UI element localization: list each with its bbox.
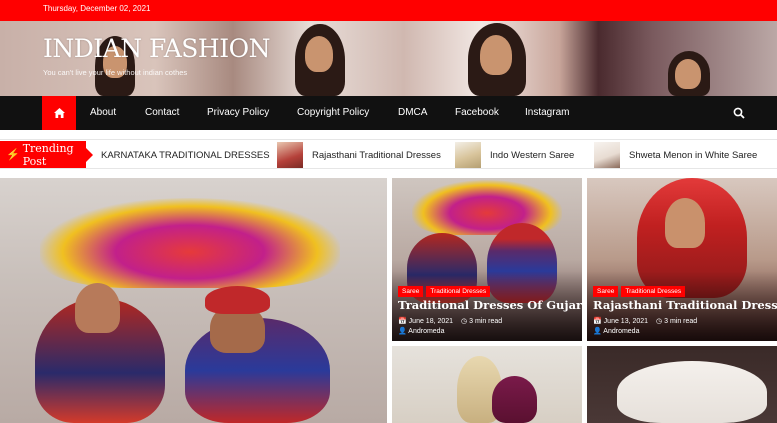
header-banner: INDIAN FASHION You can't live your life …	[0, 21, 777, 96]
post-title[interactable]: Rajasthani Traditional Dresses	[593, 298, 777, 312]
nav-item-facebook[interactable]: Facebook	[455, 107, 499, 118]
trending-thumbnail[interactable]	[455, 142, 481, 168]
main-nav: About Contact Privacy Policy Copyright P…	[0, 96, 777, 130]
nav-item-instagram[interactable]: Instagram	[525, 107, 569, 118]
nav-item-privacy-policy[interactable]: Privacy Policy	[207, 107, 269, 118]
post-author[interactable]: 👤 Andromeda	[593, 327, 639, 335]
trending-item[interactable]: Rajasthani Traditional Dresses	[277, 140, 441, 170]
post-date: 📅 June 18, 2021	[398, 318, 454, 325]
read-time: ◷ 3 min read	[656, 318, 698, 325]
post-card-image[interactable]	[392, 346, 582, 423]
clock-icon: ◷	[656, 318, 665, 325]
site-tagline: You can't live your life without indian …	[43, 68, 188, 77]
site-title[interactable]: INDIAN FASHION	[43, 34, 270, 63]
bolt-icon: ⚡	[6, 148, 20, 161]
nav-item-dmca[interactable]: DMCA	[398, 107, 427, 118]
category-badge[interactable]: Saree	[398, 286, 424, 297]
nav-item-copyright-policy[interactable]: Copyright Policy	[297, 107, 369, 118]
post-author[interactable]: 👤 Andromeda	[398, 327, 444, 335]
clock-icon: ◷	[461, 318, 470, 325]
post-card[interactable]: Saree Traditional Dresses Rajasthani Tra…	[587, 178, 777, 341]
category-badge[interactable]: Saree	[593, 286, 619, 297]
search-icon[interactable]	[733, 107, 745, 119]
current-date: Thursday, December 02, 2021	[43, 4, 151, 13]
trending-thumbnail[interactable]	[277, 142, 303, 168]
category-badge[interactable]: Traditional Dresses	[621, 286, 686, 297]
user-icon: 👤	[593, 328, 604, 335]
trending-item[interactable]: Shweta Menon in White Saree	[594, 140, 757, 170]
nav-item-contact[interactable]: Contact	[145, 107, 179, 118]
trending-item[interactable]: Indo Western Saree	[455, 140, 574, 170]
read-time: ◷ 3 min read	[461, 318, 503, 325]
trending-bar: ⚡ Trending Post KARNATAKA TRADITIONAL DR…	[0, 139, 777, 169]
trending-label: ⚡ Trending Post	[0, 141, 93, 168]
category-badge[interactable]: Traditional Dresses	[426, 286, 491, 297]
featured-post-image[interactable]	[0, 178, 387, 423]
post-title[interactable]: Traditional Dresses Of Gujarat	[398, 298, 582, 312]
post-date: 📅 June 13, 2021	[593, 318, 649, 325]
post-card[interactable]: Saree Traditional Dresses Traditional Dr…	[392, 178, 582, 341]
trending-item[interactable]: KARNATAKA TRADITIONAL DRESSES	[101, 140, 270, 170]
top-bar: Thursday, December 02, 2021	[0, 0, 777, 21]
user-icon: 👤	[398, 328, 409, 335]
home-icon	[53, 108, 65, 118]
trending-thumbnail[interactable]	[594, 142, 620, 168]
calendar-icon: 📅	[593, 318, 604, 325]
calendar-icon: 📅	[398, 318, 409, 325]
nav-item-about[interactable]: About	[90, 107, 116, 118]
post-card-image[interactable]	[587, 346, 777, 423]
home-button[interactable]	[42, 96, 76, 130]
